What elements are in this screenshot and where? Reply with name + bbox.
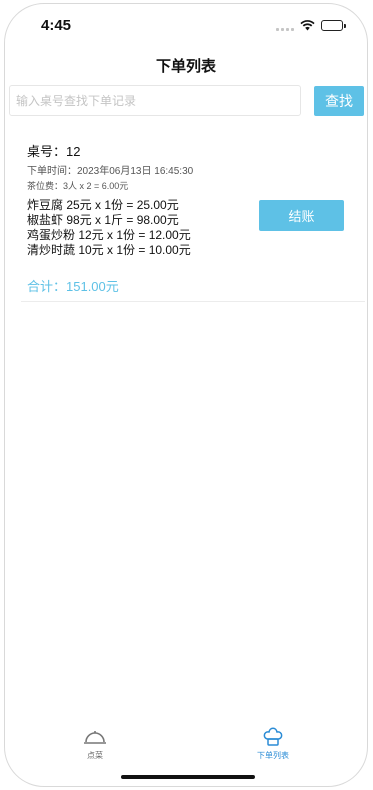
status-icons <box>276 20 346 31</box>
chef-hat-icon <box>263 727 283 746</box>
order-card: 桌号：12 下单时间：2023年06月13日 16:45:30 茶位费：3人 x… <box>21 132 365 302</box>
wifi-icon <box>300 20 315 31</box>
tab-bar: 点菜 下单列表 <box>5 720 367 786</box>
battery-icon <box>321 20 346 31</box>
status-time: 4:45 <box>41 17 72 34</box>
tea-fee: 茶位费：3人 x 2 = 6.00元 <box>27 181 129 191</box>
dish-item: 炸豆腐 25元 x 1份 = 25.00元 <box>27 198 179 212</box>
search-input[interactable] <box>9 85 301 116</box>
search-bar: 查找 <box>9 85 364 117</box>
tab-order[interactable]: 点菜 <box>55 720 135 761</box>
cellular-signal-icon <box>276 21 294 31</box>
table-number: 桌号：12 <box>27 144 81 159</box>
dome-icon <box>84 731 106 744</box>
tab-label: 点菜 <box>87 751 103 760</box>
checkout-button[interactable]: 结账 <box>259 200 344 231</box>
tab-label: 下单列表 <box>257 751 289 760</box>
order-time: 下单时间：2023年06月13日 16:45:30 <box>27 166 194 177</box>
search-button[interactable]: 查找 <box>314 86 364 116</box>
dish-item: 鸡蛋炒粉 12元 x 1份 = 12.00元 <box>27 228 191 242</box>
dish-item: 清炒时蔬 10元 x 1份 = 10.00元 <box>27 243 191 257</box>
phone-screen: 4:45 下单列表 查找 桌号：12 下单时间：2023年06月13日 16:4… <box>4 3 368 787</box>
tab-order-list[interactable]: 下单列表 <box>233 720 313 761</box>
status-bar: 4:45 <box>5 4 367 48</box>
dish-list: 炸豆腐 25元 x 1份 = 25.00元 椒盐虾 98元 x 1斤 = 98.… <box>27 198 191 258</box>
page-title: 下单列表 <box>155 58 216 75</box>
order-total: 合计：151.00元 <box>27 279 119 294</box>
dish-item: 椒盐虾 98元 x 1斤 = 98.00元 <box>27 213 179 227</box>
home-indicator <box>121 775 255 779</box>
